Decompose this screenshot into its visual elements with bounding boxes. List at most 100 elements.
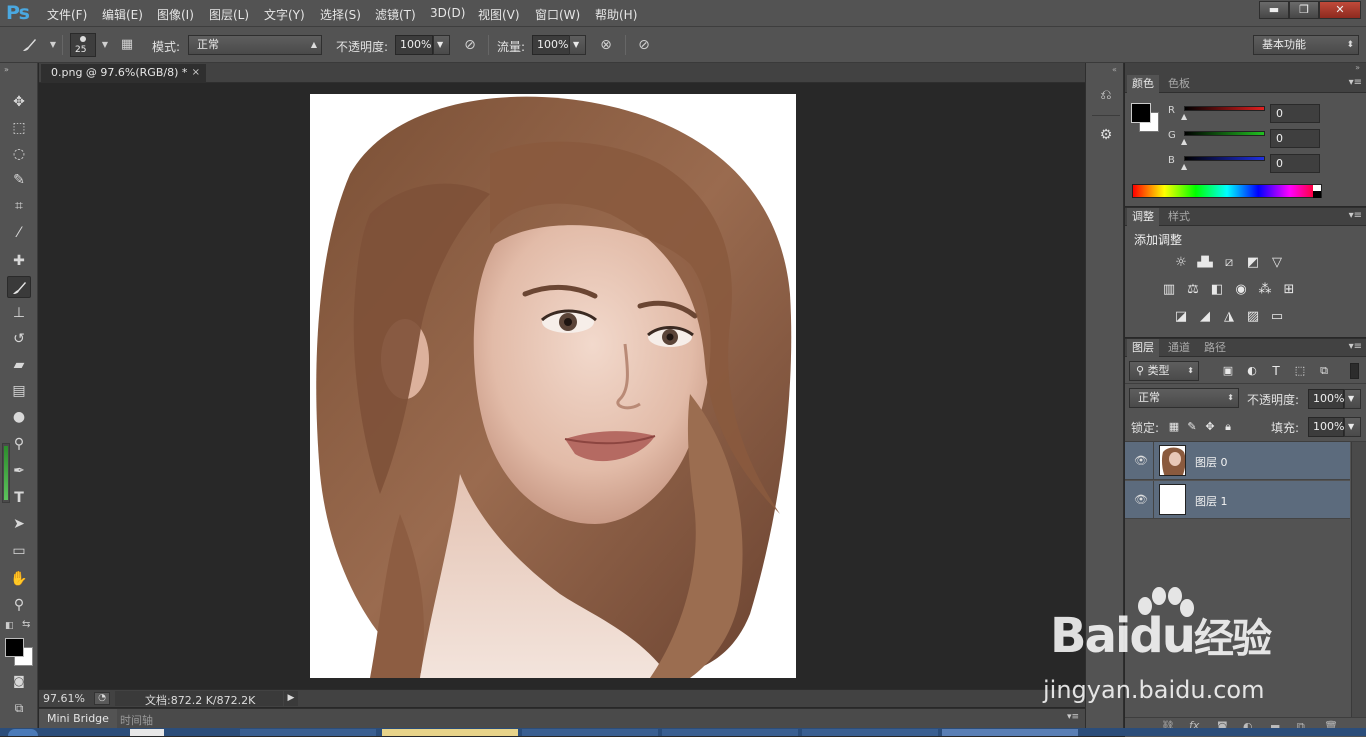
color-balance-icon[interactable]: ⚖ bbox=[1184, 281, 1202, 299]
color-lookup-icon[interactable]: ⊞ bbox=[1280, 281, 1298, 299]
color-panel-menu-icon[interactable]: ▾≡ bbox=[1349, 77, 1362, 88]
layer-row-1[interactable]: 👁︎ 图层 1 bbox=[1125, 481, 1350, 519]
tab-layers[interactable]: 图层 bbox=[1127, 339, 1159, 357]
quick-mask-icon[interactable]: ◙ bbox=[7, 670, 31, 692]
dodge-tool-icon[interactable]: ⚲ bbox=[7, 433, 31, 455]
color-panel-fg-swatch[interactable] bbox=[1131, 103, 1151, 123]
taskbar-app[interactable] bbox=[130, 729, 164, 736]
gradient-tool-icon[interactable]: ▤ bbox=[7, 380, 31, 402]
menu-image[interactable]: 图像(I) bbox=[157, 6, 194, 23]
menu-filter[interactable]: 滤镜(T) bbox=[375, 6, 416, 23]
brush-size-dropdown-icon[interactable]: ▼ bbox=[96, 36, 114, 54]
rectangle-tool-icon[interactable]: ▭ bbox=[7, 540, 31, 562]
swap-colors-icon[interactable]: ⇆ bbox=[22, 619, 30, 630]
exposure-icon[interactable]: ◩ bbox=[1244, 254, 1262, 272]
preset-dropdown-icon[interactable]: ▼ bbox=[44, 36, 62, 54]
close-button[interactable]: ✕ bbox=[1319, 1, 1361, 19]
channel-r-slider[interactable] bbox=[1184, 106, 1265, 111]
path-selection-tool-icon[interactable]: ➤ bbox=[7, 513, 31, 535]
fill-input[interactable]: 100% bbox=[1308, 417, 1344, 437]
brush-tool-icon[interactable] bbox=[7, 276, 31, 298]
hue-saturation-icon[interactable]: ▥ bbox=[1160, 281, 1178, 299]
lock-pixels-icon[interactable]: ✎ bbox=[1183, 418, 1201, 436]
eraser-tool-icon[interactable]: ▰ bbox=[7, 354, 31, 376]
move-tool-icon[interactable]: ✥ bbox=[7, 91, 31, 113]
flow-input[interactable]: 100% bbox=[532, 35, 570, 55]
blur-tool-icon[interactable]: ● bbox=[7, 406, 31, 428]
opacity-input[interactable]: 100% bbox=[395, 35, 433, 55]
layer-opacity-input[interactable]: 100% bbox=[1308, 389, 1344, 409]
taskbar-app[interactable] bbox=[240, 729, 376, 736]
history-brush-tool-icon[interactable]: ↺ bbox=[7, 328, 31, 350]
taskbar-app[interactable] bbox=[802, 729, 938, 736]
filter-type-icon[interactable]: T bbox=[1267, 362, 1285, 380]
zoom-level[interactable]: 97.61% bbox=[43, 692, 85, 705]
brush-size-picker[interactable]: 25 bbox=[70, 33, 96, 57]
layers-scrollbar[interactable] bbox=[1351, 442, 1366, 718]
color-spectrum-bar[interactable] bbox=[1132, 184, 1322, 198]
filter-adjustment-icon[interactable]: ◐ bbox=[1243, 362, 1261, 380]
document-tab[interactable]: 0.png @ 97.6%(RGB/8) * × bbox=[41, 64, 206, 83]
menu-view[interactable]: 视图(V) bbox=[478, 6, 520, 23]
taskbar-app[interactable] bbox=[942, 729, 1078, 736]
taskbar-app[interactable] bbox=[662, 729, 798, 736]
filter-toggle-switch[interactable] bbox=[1350, 363, 1359, 379]
start-button[interactable] bbox=[8, 729, 38, 736]
pressure-opacity-icon[interactable]: ⊘ bbox=[461, 36, 479, 54]
channel-r-input[interactable]: 0 bbox=[1270, 104, 1320, 123]
flow-dropdown[interactable]: ▼ bbox=[569, 35, 586, 55]
tab-paths[interactable]: 路径 bbox=[1199, 339, 1231, 357]
threshold-icon[interactable]: ◮ bbox=[1220, 308, 1238, 326]
bottom-panel-menu-icon[interactable]: ▾≡ bbox=[1067, 712, 1079, 722]
status-menu-arrow-icon[interactable]: ▶ bbox=[284, 691, 298, 706]
brightness-contrast-icon[interactable]: ☼ bbox=[1172, 254, 1190, 272]
lock-all-icon[interactable]: 🔒︎ bbox=[1219, 418, 1237, 436]
default-colors-icon[interactable]: ◧ bbox=[5, 621, 14, 631]
curves-icon[interactable]: ⧄ bbox=[1220, 254, 1238, 272]
levels-icon[interactable]: ▟▙ bbox=[1196, 254, 1214, 272]
channel-g-input[interactable]: 0 bbox=[1270, 129, 1320, 148]
tab-swatches[interactable]: 色板 bbox=[1163, 75, 1195, 93]
lock-transparency-icon[interactable]: ▦ bbox=[1165, 418, 1183, 436]
mode-select[interactable]: 正常 ▲ bbox=[188, 35, 322, 55]
quick-selection-tool-icon[interactable]: ✎ bbox=[7, 169, 31, 191]
brush-tool-preset-icon[interactable] bbox=[20, 36, 38, 54]
tab-adjustments[interactable]: 调整 bbox=[1127, 208, 1159, 226]
vibrance-icon[interactable]: ▽ bbox=[1268, 254, 1286, 272]
marquee-tool-icon[interactable]: ⬚ bbox=[7, 117, 31, 139]
clone-stamp-tool-icon[interactable]: ⊥ bbox=[7, 302, 31, 324]
layer-filter-select[interactable]: ⚲ 类型 ⬍ bbox=[1129, 361, 1199, 381]
menu-type[interactable]: 文字(Y) bbox=[264, 6, 305, 23]
spectrum-black-chip[interactable] bbox=[1313, 191, 1321, 198]
expand-panels-icon[interactable]: « bbox=[1112, 65, 1117, 74]
collapse-column-icon[interactable]: » bbox=[1355, 63, 1360, 72]
channel-b-input[interactable]: 0 bbox=[1270, 154, 1320, 173]
channel-g-slider[interactable] bbox=[1184, 131, 1265, 136]
document-canvas-image[interactable] bbox=[310, 94, 796, 678]
menu-edit[interactable]: 编辑(E) bbox=[102, 6, 143, 23]
tab-color[interactable]: 颜色 bbox=[1127, 75, 1159, 93]
timeline-tab[interactable]: 时间轴 bbox=[120, 712, 153, 728]
properties-panel-icon[interactable]: ⚙ bbox=[1096, 127, 1116, 147]
crop-tool-icon[interactable]: ⌗ bbox=[7, 195, 31, 217]
pressure-size-icon[interactable]: ⊘ bbox=[635, 36, 653, 54]
zoom-tool-icon[interactable]: ⚲ bbox=[7, 594, 31, 616]
menu-3d[interactable]: 3D(D) bbox=[430, 6, 465, 20]
invert-icon[interactable]: ◪ bbox=[1172, 308, 1190, 326]
layer-row-0[interactable]: 👁︎ 图层 0 bbox=[1125, 442, 1350, 480]
filter-shape-icon[interactable]: ⬚ bbox=[1291, 362, 1309, 380]
restore-button[interactable]: ❐ bbox=[1289, 1, 1319, 19]
eyedropper-tool-icon[interactable]: ⁄ bbox=[7, 222, 31, 244]
black-white-icon[interactable]: ◧ bbox=[1208, 281, 1226, 299]
gradient-map-icon[interactable]: ▭ bbox=[1268, 308, 1286, 326]
minimize-button[interactable]: ▬ bbox=[1259, 1, 1289, 19]
tab-channels[interactable]: 通道 bbox=[1163, 339, 1195, 357]
opacity-dropdown[interactable]: ▼ bbox=[433, 35, 450, 55]
hand-tool-icon[interactable]: ✋ bbox=[7, 568, 31, 590]
layer-0-name[interactable]: 图层 0 bbox=[1195, 454, 1228, 470]
taskbar-app[interactable] bbox=[382, 729, 518, 736]
collapse-toolbar-icon[interactable]: » bbox=[4, 65, 9, 74]
channel-b-thumb[interactable]: ▲ bbox=[1181, 162, 1187, 171]
filter-pixel-icon[interactable]: ▣ bbox=[1219, 362, 1237, 380]
layer-1-name[interactable]: 图层 1 bbox=[1195, 493, 1228, 509]
